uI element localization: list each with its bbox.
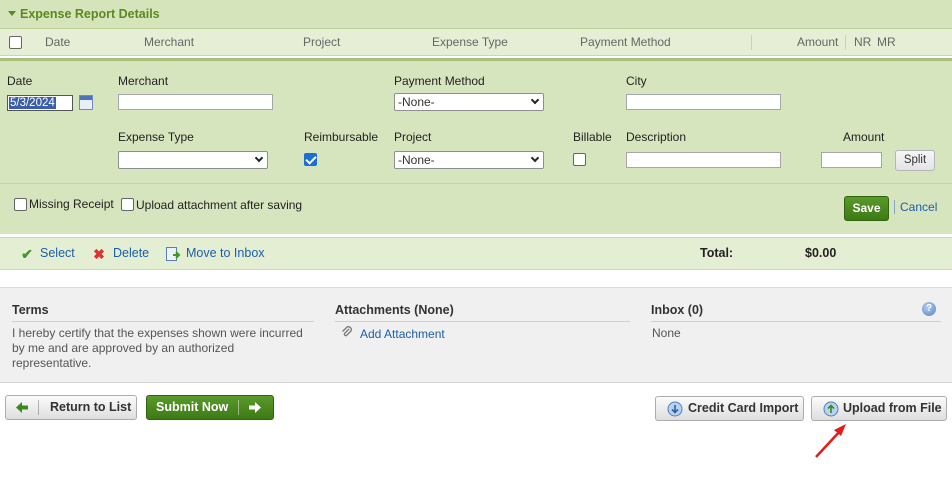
terms-text: I hereby certify that the expenses shown… — [12, 326, 303, 370]
select-action[interactable]: Select — [40, 246, 75, 260]
missing-receipt-label[interactable]: Missing Receipt — [29, 197, 114, 211]
terms-title: Terms — [12, 303, 49, 317]
date-value: 5/3/2024 — [9, 97, 56, 109]
select-all-checkbox[interactable] — [9, 36, 22, 49]
divider — [12, 321, 314, 322]
project-value: -None- — [398, 153, 435, 167]
payment-method-label: Payment Method — [394, 74, 485, 88]
project-label: Project — [394, 130, 432, 144]
move-to-inbox-icon[interactable] — [165, 246, 181, 262]
description-input[interactable] — [626, 152, 781, 168]
date-label: Date — [7, 74, 33, 88]
action-bar: ✔ Select ✖ Delete Move to Inbox Total: $… — [0, 237, 952, 270]
help-icon[interactable]: ? — [922, 302, 936, 316]
project-select[interactable]: -None- — [394, 151, 544, 169]
paperclip-icon[interactable] — [341, 325, 353, 342]
divider — [894, 200, 895, 214]
collapse-arrow-icon — [8, 11, 16, 16]
total-value: $0.00 — [805, 246, 837, 260]
delete-x-icon[interactable]: ✖ — [91, 246, 107, 262]
divider — [335, 321, 630, 322]
date-input[interactable]: 5/3/2024 — [7, 95, 73, 111]
checkmark-icon[interactable]: ✔ — [19, 246, 35, 262]
form-divider — [0, 183, 952, 184]
col-expense-type: Expense Type — [432, 35, 508, 49]
amount-label: Amount — [843, 130, 885, 144]
upload-from-file-label: Upload from File — [843, 401, 942, 415]
section-title[interactable]: Expense Report Details — [8, 7, 160, 21]
upload-after-saving-checkbox[interactable] — [121, 198, 134, 211]
chevron-down-icon — [530, 153, 540, 163]
reimbursable-checkbox[interactable] — [304, 153, 317, 166]
col-project: Project — [303, 35, 341, 49]
delete-action[interactable]: Delete — [113, 246, 149, 260]
upload-after-saving-label[interactable]: Upload attachment after saving — [136, 198, 302, 212]
return-to-list-label: Return to List — [50, 400, 132, 414]
credit-card-import-icon — [666, 400, 684, 426]
expense-type-select[interactable] — [118, 151, 268, 169]
save-button[interactable]: Save — [844, 196, 889, 221]
description-label: Description — [626, 130, 687, 144]
col-nr: NR — [854, 35, 872, 49]
missing-receipt-checkbox[interactable] — [14, 198, 27, 211]
city-input[interactable] — [626, 94, 781, 110]
merchant-label: Merchant — [118, 74, 169, 88]
submit-now-label: Submit Now — [156, 400, 229, 414]
return-to-list-button[interactable]: Return to List — [5, 395, 137, 420]
inbox-value: None — [652, 326, 681, 340]
info-panels: Terms I hereby certify that the expenses… — [0, 287, 952, 383]
column-divider — [845, 35, 846, 50]
billable-label: Billable — [573, 130, 612, 144]
upload-from-file-button[interactable]: Upload from File — [811, 396, 947, 421]
arrow-left-icon — [14, 396, 30, 427]
attachments-title: Attachments (None) — [335, 303, 454, 317]
inbox-title: Inbox (0) — [651, 303, 704, 317]
submit-now-button[interactable]: Submit Now — [146, 395, 274, 420]
payment-method-select[interactable]: -None- — [394, 93, 544, 111]
move-to-inbox-action[interactable]: Move to Inbox — [186, 246, 265, 260]
expense-report-details-header[interactable]: Expense Report Details — [0, 0, 952, 29]
col-merchant: Merchant — [144, 35, 195, 49]
merchant-input[interactable] — [118, 94, 273, 110]
chevron-down-icon — [254, 153, 264, 163]
reimbursable-label: Reimbursable — [304, 130, 379, 144]
amount-input[interactable] — [821, 152, 882, 168]
annotation-arrow-icon — [815, 424, 846, 458]
billable-checkbox[interactable] — [573, 153, 586, 166]
cancel-link[interactable]: Cancel — [900, 200, 937, 214]
column-header-row: Date Merchant Project Expense Type Payme… — [0, 29, 952, 56]
section-title-text: Expense Report Details — [20, 7, 160, 21]
total-label: Total: — [700, 246, 734, 260]
col-mr: MR — [877, 35, 896, 49]
col-amount: Amount — [797, 35, 839, 49]
credit-card-import-label: Credit Card Import — [688, 401, 799, 415]
button-divider — [238, 400, 239, 415]
split-button[interactable]: Split — [895, 150, 935, 171]
credit-card-import-button[interactable]: Credit Card Import — [655, 396, 804, 421]
city-label: City — [626, 74, 647, 88]
button-divider — [38, 400, 39, 415]
chevron-down-icon — [530, 95, 540, 105]
payment-method-value: -None- — [398, 95, 435, 109]
col-date: Date — [45, 35, 71, 49]
col-payment-method: Payment Method — [580, 35, 671, 49]
divider — [651, 321, 941, 322]
expense-edit-form: Date 5/3/2024 Merchant Payment Method -N… — [0, 58, 952, 234]
expense-type-label: Expense Type — [118, 130, 194, 144]
arrow-right-icon — [247, 396, 263, 427]
column-divider — [751, 35, 752, 50]
add-attachment-link[interactable]: Add Attachment — [360, 327, 445, 341]
calendar-icon[interactable] — [79, 95, 93, 110]
